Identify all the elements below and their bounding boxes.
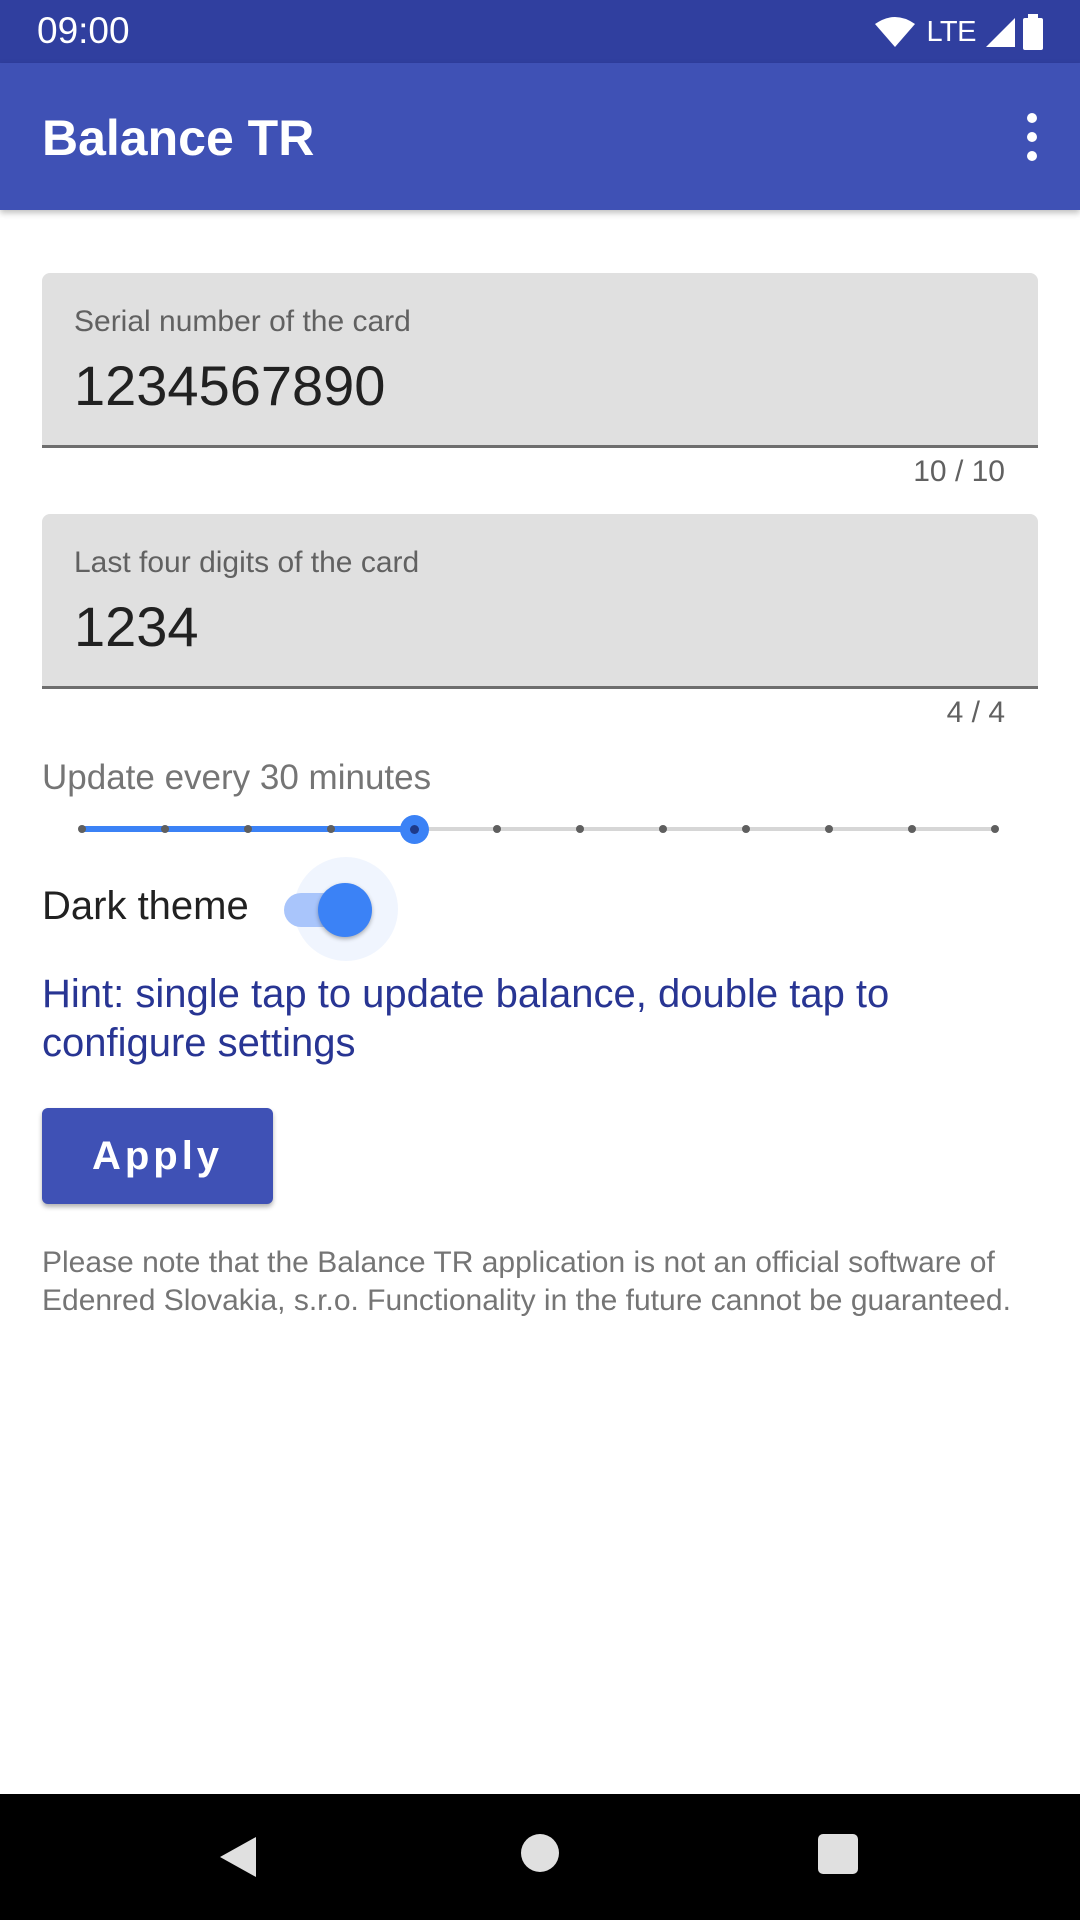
slider-tick	[576, 825, 584, 833]
last-four-digits-input[interactable]: 1234	[74, 594, 199, 659]
switch-thumb[interactable]	[318, 883, 372, 937]
serial-number-label: Serial number of the card	[74, 305, 411, 338]
slider-tick	[78, 825, 86, 833]
status-time: 09:00	[37, 10, 130, 51]
disclaimer-text: Please note that the Balance TR applicat…	[42, 1246, 1011, 1317]
slider-tick	[908, 825, 916, 833]
dark-theme-label: Dark theme	[42, 884, 249, 928]
wifi-icon	[875, 17, 916, 47]
slider-tick	[493, 825, 501, 833]
last-four-digits-counter: 4 / 4	[946, 696, 1005, 729]
network-type: LTE	[926, 16, 976, 48]
update-interval-label: Update every 30 minutes	[42, 758, 432, 797]
status-bar: 09:00 LTE	[0, 0, 1080, 63]
dark-theme-switch[interactable]	[270, 855, 400, 965]
last-four-digits-field[interactable]: Last four digits of the card 1234	[42, 514, 1038, 689]
apply-button[interactable]: Apply	[42, 1108, 273, 1204]
hint-text: Hint: single tap to update balance, doub…	[42, 972, 890, 1065]
more-vert-icon[interactable]	[1002, 99, 1062, 175]
battery-icon	[1023, 14, 1043, 50]
slider-tick	[742, 825, 750, 833]
app-title: Balance TR	[42, 110, 315, 166]
slider-tick	[327, 825, 335, 833]
serial-number-counter: 10 / 10	[913, 455, 1005, 488]
recents-icon[interactable]	[818, 1834, 858, 1874]
serial-number-input[interactable]: 1234567890	[74, 353, 385, 418]
slider-tick	[161, 825, 169, 833]
back-icon[interactable]	[218, 1835, 258, 1879]
status-icons: LTE	[874, 12, 1044, 52]
navigation-bar	[0, 1794, 1080, 1920]
slider-tick	[991, 825, 999, 833]
lte-signal-icon	[986, 18, 1015, 47]
home-icon[interactable]	[521, 1834, 559, 1872]
slider-tick	[659, 825, 667, 833]
last-four-digits-label: Last four digits of the card	[74, 546, 420, 579]
app-bar: Balance TR	[0, 63, 1080, 210]
slider-tick	[825, 825, 833, 833]
slider-tick	[244, 825, 252, 833]
serial-number-field[interactable]: Serial number of the card 1234567890	[42, 273, 1038, 448]
update-interval-slider[interactable]	[60, 800, 1020, 858]
slider-thumb[interactable]	[399, 815, 429, 844]
